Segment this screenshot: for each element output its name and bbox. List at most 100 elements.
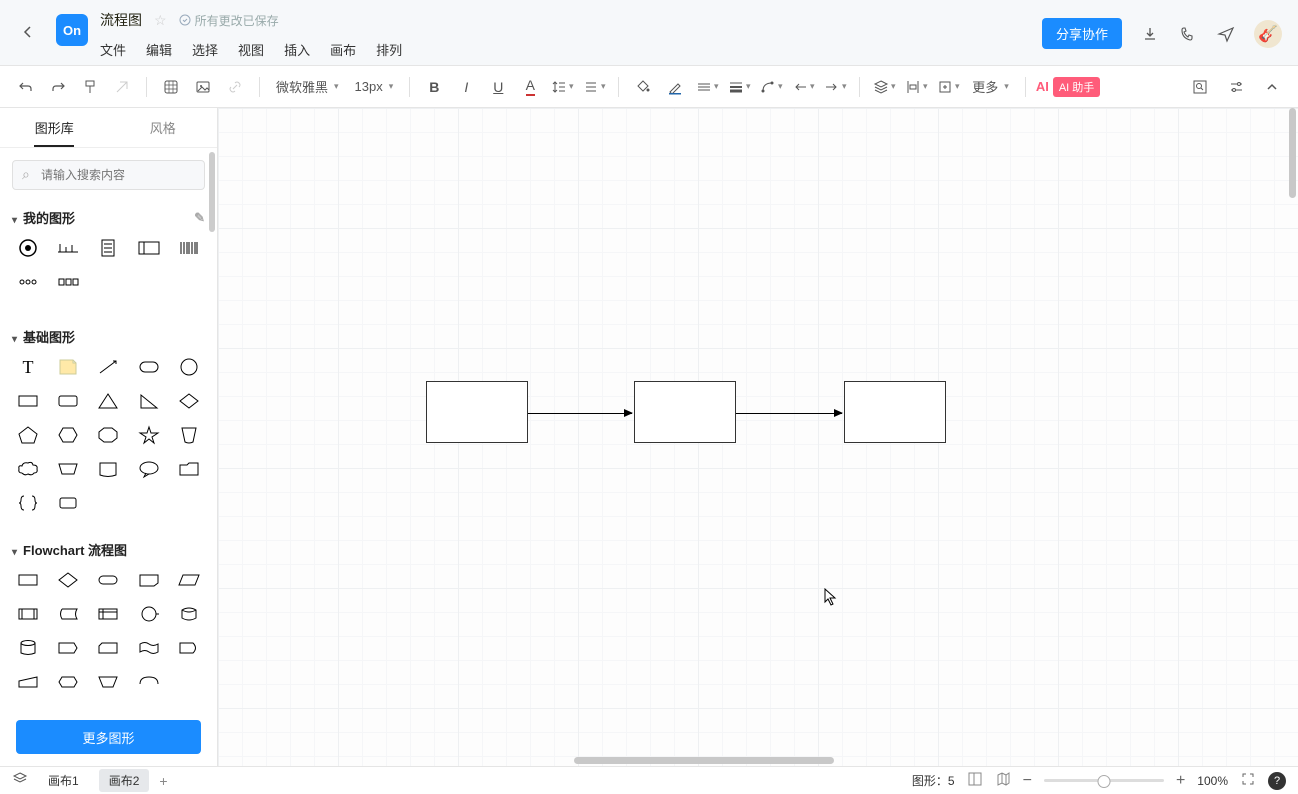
- edit-icon[interactable]: ✎: [194, 210, 205, 226]
- shape-target[interactable]: [12, 235, 44, 261]
- shape-right-triangle[interactable]: [133, 388, 165, 414]
- more-button[interactable]: 更多▾: [966, 77, 1015, 96]
- canvas-vertical-scrollbar[interactable]: [1289, 108, 1296, 198]
- canvas-horizontal-scrollbar[interactable]: [574, 757, 834, 764]
- shape-trapezoid[interactable]: [52, 456, 84, 482]
- settings-icon[interactable]: [1222, 73, 1250, 101]
- shape-circle[interactable]: [173, 354, 205, 380]
- border-style-button[interactable]: ▾: [693, 73, 721, 101]
- shape-fc-manual-input[interactable]: [12, 669, 44, 695]
- layout-icon[interactable]: [967, 771, 983, 790]
- menu-file[interactable]: 文件: [100, 40, 126, 59]
- font-color-button[interactable]: A: [516, 73, 544, 101]
- zoom-slider[interactable]: [1044, 779, 1164, 782]
- menu-canvas[interactable]: 画布: [330, 40, 356, 59]
- document-title[interactable]: 流程图: [100, 10, 142, 30]
- shape-fc-display[interactable]: [133, 567, 165, 593]
- flow-rectangle-2[interactable]: [634, 381, 736, 443]
- page-tab-1[interactable]: 画布1: [38, 769, 89, 792]
- find-button[interactable]: [1186, 73, 1214, 101]
- tab-shapes-library[interactable]: 图形库: [0, 108, 109, 147]
- shape-card[interactable]: [52, 490, 84, 516]
- flow-rectangle-3[interactable]: [844, 381, 946, 443]
- more-shapes-button[interactable]: 更多图形: [16, 720, 201, 754]
- shape-fc-tape[interactable]: [133, 635, 165, 661]
- menu-arrange[interactable]: 排列: [376, 40, 402, 59]
- canvas[interactable]: [218, 108, 1298, 766]
- sidebar-scrollbar[interactable]: [209, 152, 215, 232]
- menu-edit[interactable]: 编辑: [146, 40, 172, 59]
- align-button[interactable]: ▾: [580, 73, 608, 101]
- shape-hexagon[interactable]: [52, 422, 84, 448]
- insert-link-button[interactable]: [221, 73, 249, 101]
- tab-style[interactable]: 风格: [109, 108, 218, 147]
- font-family-select[interactable]: 微软雅黑▾: [270, 77, 345, 96]
- shape-round-rect2[interactable]: [52, 388, 84, 414]
- shape-search-input[interactable]: [12, 160, 205, 190]
- share-button[interactable]: 分享协作: [1042, 18, 1122, 49]
- group-button[interactable]: ▾: [934, 73, 962, 101]
- shape-table[interactable]: [133, 235, 165, 261]
- shape-fc-manual[interactable]: [52, 635, 84, 661]
- shape-boxes[interactable]: [52, 269, 84, 295]
- zoom-out-button[interactable]: −: [1023, 772, 1032, 790]
- shape-fc-connector[interactable]: [133, 601, 165, 627]
- connector-style-button[interactable]: ▾: [757, 73, 785, 101]
- shape-fc-process[interactable]: [12, 567, 44, 593]
- download-icon[interactable]: [1140, 24, 1160, 44]
- collapse-toolbar-button[interactable]: [1258, 73, 1286, 101]
- shape-shield[interactable]: [173, 422, 205, 448]
- shape-fc-delay[interactable]: [173, 635, 205, 661]
- shape-timeline[interactable]: [52, 235, 84, 261]
- user-avatar[interactable]: 🎸: [1254, 20, 1282, 48]
- flow-arrow-1[interactable]: [528, 413, 632, 414]
- shape-rounded-rect[interactable]: [133, 354, 165, 380]
- zoom-in-button[interactable]: +: [1176, 772, 1185, 790]
- clear-format-button[interactable]: [108, 73, 136, 101]
- shape-fc-predefined[interactable]: [12, 601, 44, 627]
- shape-fc-stored[interactable]: [52, 601, 84, 627]
- layer-button[interactable]: ▾: [870, 73, 898, 101]
- italic-button[interactable]: I: [452, 73, 480, 101]
- basic-shapes-header[interactable]: ▾基础图形: [12, 327, 205, 346]
- shape-barcode[interactable]: [173, 235, 205, 261]
- menu-select[interactable]: 选择: [192, 40, 218, 59]
- shape-fc-card[interactable]: [92, 635, 124, 661]
- shape-cloud[interactable]: [12, 456, 44, 482]
- shape-fc-terminator[interactable]: [92, 567, 124, 593]
- add-page-button[interactable]: +: [159, 773, 167, 789]
- fullscreen-icon[interactable]: [1240, 771, 1256, 790]
- shape-note[interactable]: [52, 354, 84, 380]
- favorite-icon[interactable]: ☆: [154, 12, 167, 29]
- menu-view[interactable]: 视图: [238, 40, 264, 59]
- insert-image-button[interactable]: [189, 73, 217, 101]
- shape-fc-merge[interactable]: [133, 669, 165, 695]
- arrow-end-button[interactable]: ▾: [821, 73, 849, 101]
- ai-assistant-button[interactable]: AI AI 助手: [1036, 77, 1100, 97]
- shape-fc-internal[interactable]: [92, 601, 124, 627]
- menu-insert[interactable]: 插入: [284, 40, 310, 59]
- shape-rectangle[interactable]: [12, 388, 44, 414]
- font-size-select[interactable]: 13px▾: [349, 79, 400, 94]
- shape-star[interactable]: [133, 422, 165, 448]
- send-icon[interactable]: [1216, 24, 1236, 44]
- my-shapes-header[interactable]: ▾我的图形 ✎: [12, 208, 205, 227]
- border-color-button[interactable]: [661, 73, 689, 101]
- underline-button[interactable]: U: [484, 73, 512, 101]
- distribute-button[interactable]: ▾: [902, 73, 930, 101]
- shape-fc-database[interactable]: [173, 601, 205, 627]
- arrow-start-button[interactable]: ▾: [789, 73, 817, 101]
- shape-diamond[interactable]: [173, 388, 205, 414]
- fill-pattern-button[interactable]: [157, 73, 185, 101]
- shape-line[interactable]: [92, 354, 124, 380]
- border-width-button[interactable]: ▾: [725, 73, 753, 101]
- layers-icon[interactable]: [12, 771, 28, 790]
- shape-list[interactable]: [92, 235, 124, 261]
- shape-braces[interactable]: [12, 490, 44, 516]
- flow-arrow-2[interactable]: [736, 413, 842, 414]
- page-tab-2[interactable]: 画布2: [99, 769, 150, 792]
- shape-fc-cylinder[interactable]: [12, 635, 44, 661]
- back-button[interactable]: [16, 20, 40, 44]
- shape-fc-loop[interactable]: [92, 669, 124, 695]
- help-icon[interactable]: ?: [1268, 772, 1286, 790]
